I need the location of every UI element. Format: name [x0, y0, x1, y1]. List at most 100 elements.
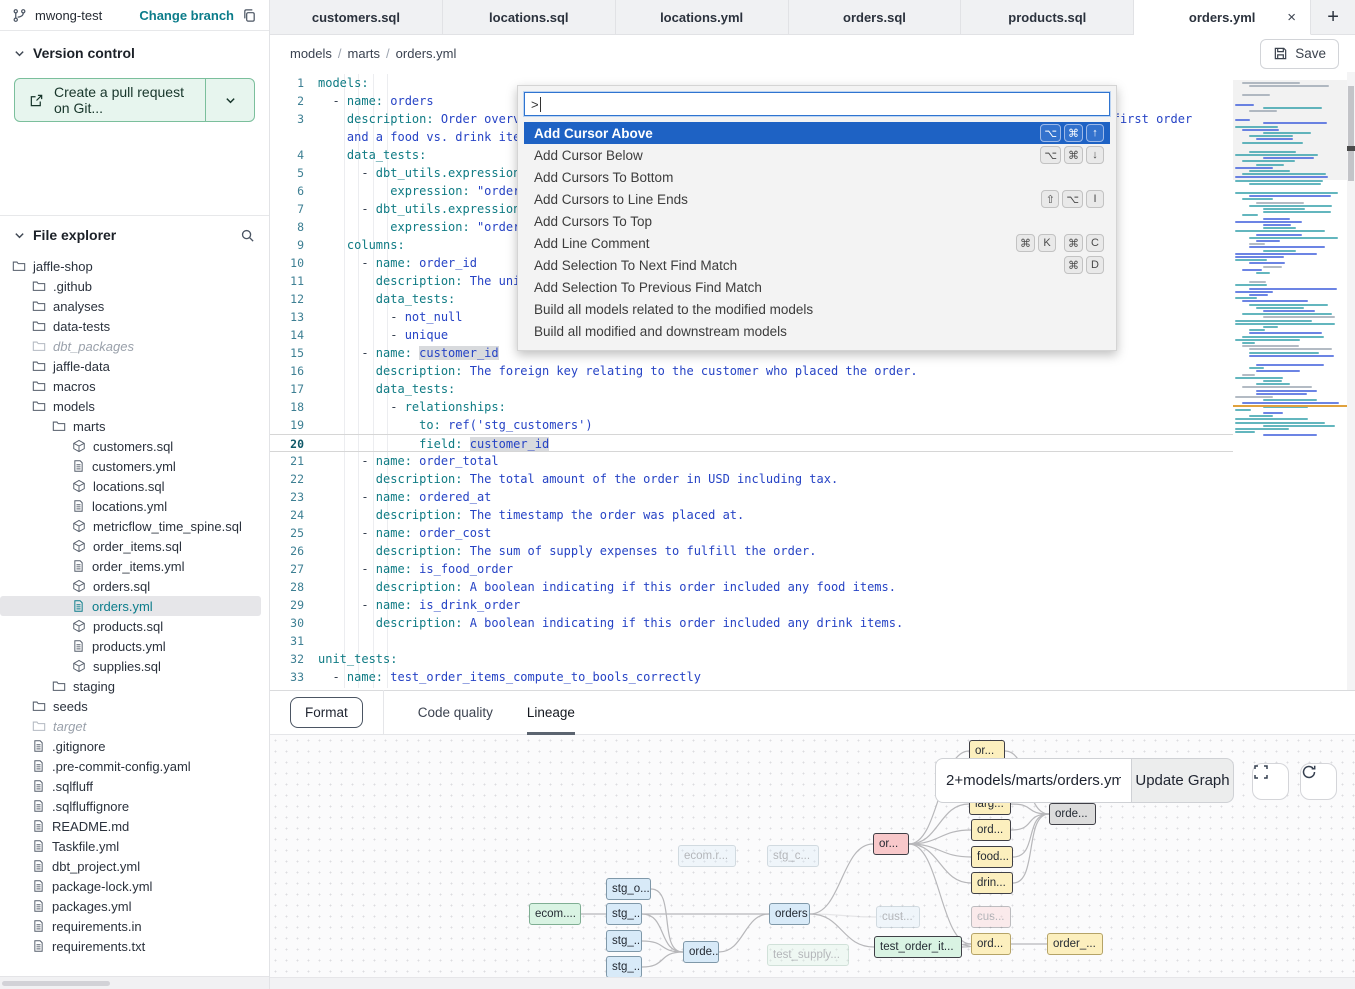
- tab-orders-yml-active[interactable]: orders.yml×: [1134, 0, 1311, 35]
- tree-item-target[interactable]: target: [0, 716, 269, 736]
- tree-item-staging[interactable]: staging: [0, 676, 269, 696]
- palette-item-add-cursors-to-top[interactable]: Add Cursors To Top: [524, 210, 1110, 232]
- pr-dropdown-toggle[interactable]: [206, 79, 254, 121]
- breadcrumb-orders-yml[interactable]: orders.yml: [396, 46, 457, 61]
- version-control-header[interactable]: Version control: [0, 36, 269, 70]
- lineage-node-orde[interactable]: orde...: [1049, 803, 1096, 825]
- lineage-node-ord[interactable]: ord...: [971, 933, 1011, 955]
- lineage-node-ecom[interactable]: ecom....: [529, 903, 581, 925]
- lineage-node-cus[interactable]: cus...: [971, 906, 1011, 928]
- tab-customers-sql[interactable]: customers.sql: [270, 0, 443, 34]
- lineage-node-stg_o[interactable]: stg_o...: [606, 878, 651, 900]
- palette-item-add-selection-to-previous-find-match[interactable]: Add Selection To Previous Find Match: [524, 276, 1110, 298]
- tree-item--pre-commit-config-yaml[interactable]: .pre-commit-config.yaml: [0, 756, 269, 776]
- format-button[interactable]: Format: [290, 697, 363, 728]
- create-pr-button[interactable]: Create a pull request on Git...: [14, 78, 255, 122]
- tree-item--github[interactable]: .github: [0, 276, 269, 296]
- tree-item-seeds[interactable]: seeds: [0, 696, 269, 716]
- tree-item-data-tests[interactable]: data-tests: [0, 316, 269, 336]
- tree-item-order-items-yml[interactable]: order_items.yml: [0, 556, 269, 576]
- tree-item-requirements-in[interactable]: requirements.in: [0, 916, 269, 936]
- sidebar-hscrollbar[interactable]: [0, 976, 269, 989]
- lineage-filter-input[interactable]: [935, 758, 1131, 803]
- tree-item-orders-sql[interactable]: orders.sql: [0, 576, 269, 596]
- lineage-node-stg_[interactable]: stg_...: [606, 930, 642, 952]
- tab-products-sql[interactable]: products.sql: [961, 0, 1134, 34]
- lineage-node-order_[interactable]: order_...: [1047, 933, 1103, 955]
- minimap[interactable]: [1233, 72, 1347, 690]
- palette-item-add-cursors-to-line-ends[interactable]: Add Cursors to Line Ends⇧⌥I: [524, 188, 1110, 210]
- lineage-node-cust[interactable]: cust...: [876, 906, 920, 928]
- lineage-node-drin[interactable]: drin...: [971, 872, 1013, 894]
- lineage-node-stg_[interactable]: stg_...: [606, 956, 642, 977]
- lineage-hscrollbar[interactable]: [270, 977, 1355, 989]
- panel-tab-lineage[interactable]: Lineage: [527, 690, 575, 735]
- tree-item-supplies-sql[interactable]: supplies.sql: [0, 656, 269, 676]
- fullscreen-button[interactable]: [1252, 763, 1289, 800]
- breadcrumb-marts[interactable]: marts: [348, 46, 381, 61]
- tree-item-readme-md[interactable]: README.md: [0, 816, 269, 836]
- tree-item--gitignore[interactable]: .gitignore: [0, 736, 269, 756]
- tree-item-models[interactable]: models: [0, 396, 269, 416]
- tree-item-products-sql[interactable]: products.sql: [0, 616, 269, 636]
- lineage-node-stg_c[interactable]: stg_c...: [767, 845, 819, 867]
- copy-icon[interactable]: [242, 8, 257, 23]
- tab-orders-sql[interactable]: orders.sql: [789, 0, 962, 34]
- lineage-node-or[interactable]: or...: [873, 833, 909, 855]
- tree-item-customers-sql[interactable]: customers.sql: [0, 436, 269, 456]
- palette-item-add-selection-to-next-find-match[interactable]: Add Selection To Next Find Match⌘D: [524, 254, 1110, 276]
- tree-item-requirements-txt[interactable]: requirements.txt: [0, 936, 269, 956]
- lineage-node-food[interactable]: food...: [971, 846, 1013, 868]
- command-palette-input[interactable]: >: [524, 92, 1110, 116]
- tree-item-package-lock-yml[interactable]: package-lock.yml: [0, 876, 269, 896]
- update-graph-button[interactable]: Update Graph: [1131, 758, 1234, 803]
- lineage-node-ecom-r[interactable]: ecom.r...: [678, 845, 736, 867]
- tab-locations-yml[interactable]: locations.yml: [616, 0, 789, 34]
- lineage-node-orders[interactable]: orders: [769, 903, 810, 925]
- close-icon[interactable]: ×: [1287, 9, 1296, 26]
- tree-item-packages-yml[interactable]: packages.yml: [0, 896, 269, 916]
- tree-item-locations-sql[interactable]: locations.sql: [0, 476, 269, 496]
- palette-item-add-cursors-to-bottom[interactable]: Add Cursors To Bottom: [524, 166, 1110, 188]
- editor-scrollbar[interactable]: [1347, 72, 1355, 690]
- palette-item-build-all-models-related-to-the-modified-models[interactable]: Build all models related to the modified…: [524, 298, 1110, 320]
- tree-item-taskfile-yml[interactable]: Taskfile.yml: [0, 836, 269, 856]
- tree-item-jaffle-shop[interactable]: jaffle-shop: [0, 256, 269, 276]
- tree-item-products-yml[interactable]: products.yml: [0, 636, 269, 656]
- lineage-node-ord[interactable]: ord...: [971, 819, 1011, 841]
- palette-item-add-line-comment[interactable]: Add Line Comment⌘K⌘C: [524, 232, 1110, 254]
- tree-item-dbt-packages[interactable]: dbt_packages: [0, 336, 269, 356]
- add-tab-button[interactable]: +: [1311, 0, 1355, 34]
- lineage-node-orde[interactable]: orde...: [683, 941, 719, 963]
- change-branch-link[interactable]: Change branch: [139, 8, 234, 23]
- save-icon: [1273, 46, 1288, 61]
- tree-item-marts[interactable]: marts: [0, 416, 269, 436]
- breadcrumb-models[interactable]: models: [290, 46, 332, 61]
- line-text: data_tests:: [318, 146, 426, 164]
- palette-item-add-cursor-below[interactable]: Add Cursor Below⌥⌘↓: [524, 144, 1110, 166]
- search-icon[interactable]: [240, 228, 255, 243]
- tree-item-analyses[interactable]: analyses: [0, 296, 269, 316]
- refresh-button[interactable]: [1300, 763, 1337, 800]
- file-explorer-header[interactable]: File explorer: [0, 218, 269, 252]
- line-number: 11: [270, 272, 318, 290]
- palette-item-build-all-modified-and-downstream-models[interactable]: Build all modified and downstream models: [524, 320, 1110, 342]
- tree-item-locations-yml[interactable]: locations.yml: [0, 496, 269, 516]
- palette-item-add-cursor-above[interactable]: Add Cursor Above⌥⌘↑: [524, 122, 1110, 144]
- tree-item--sqlfluffignore[interactable]: .sqlfluffignore: [0, 796, 269, 816]
- lineage-node-stg_[interactable]: stg_...: [606, 903, 642, 925]
- tree-item-order-items-sql[interactable]: order_items.sql: [0, 536, 269, 556]
- lineage-canvas[interactable]: ecom.r... stg_c... cust... cus... test_suppl…: [270, 735, 1355, 977]
- tree-item-orders-yml[interactable]: orders.yml: [0, 596, 261, 616]
- save-button[interactable]: Save: [1260, 39, 1339, 69]
- lineage-node-test_supply[interactable]: test_supply...: [767, 944, 849, 966]
- tree-item-customers-yml[interactable]: customers.yml: [0, 456, 269, 476]
- panel-tab-code-quality[interactable]: Code quality: [418, 690, 493, 735]
- tab-locations-sql[interactable]: locations.sql: [443, 0, 616, 34]
- tree-item-jaffle-data[interactable]: jaffle-data: [0, 356, 269, 376]
- lineage-node-test_order_it[interactable]: test_order_it...: [874, 936, 962, 958]
- tree-item-macros[interactable]: macros: [0, 376, 269, 396]
- tree-item-metricflow-time-spine-sql[interactable]: metricflow_time_spine.sql: [0, 516, 269, 536]
- tree-item-dbt-project-yml[interactable]: dbt_project.yml: [0, 856, 269, 876]
- tree-item--sqlfluff[interactable]: .sqlfluff: [0, 776, 269, 796]
